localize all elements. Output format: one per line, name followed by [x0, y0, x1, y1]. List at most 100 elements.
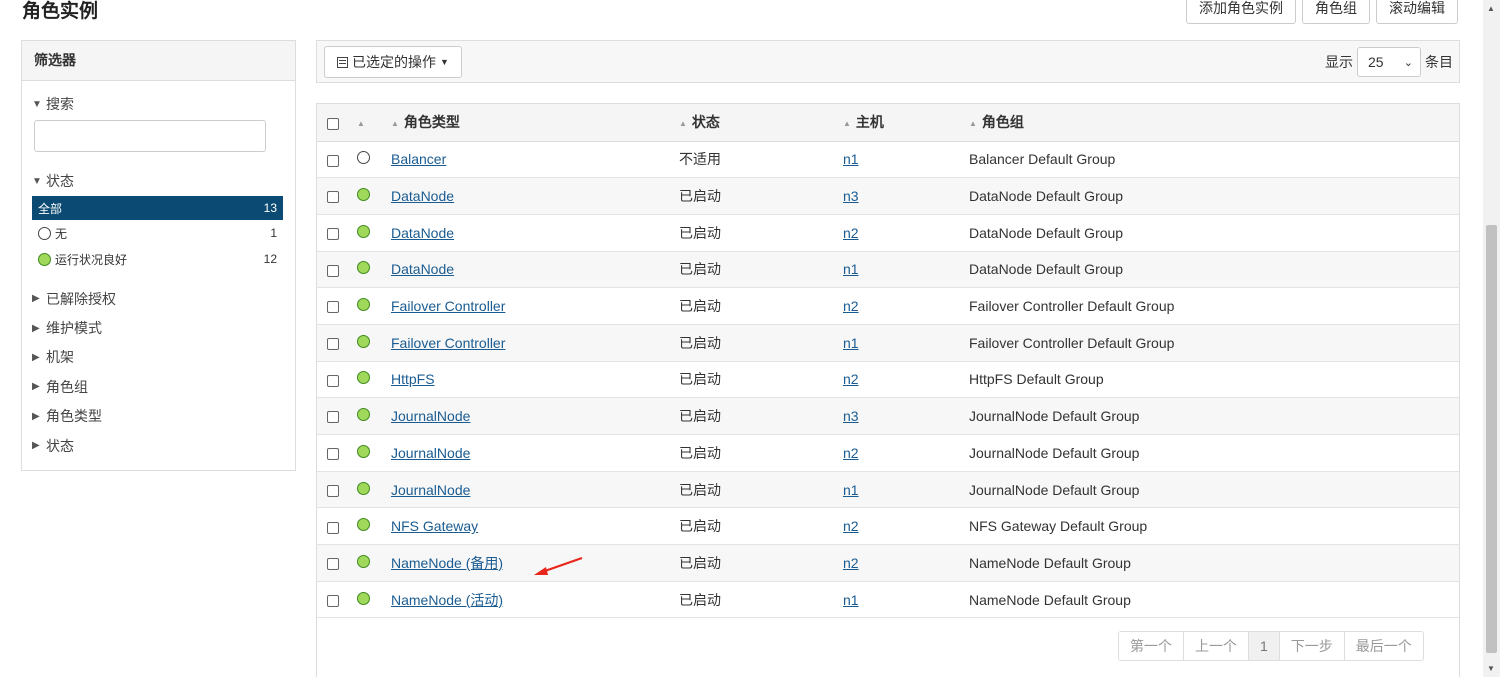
scroll-down-icon[interactable]: ▼	[1487, 664, 1495, 673]
status-filter-good-health[interactable]: 运行状况良好 12	[32, 246, 283, 272]
row-checkbox[interactable]	[327, 154, 339, 167]
table-header-row: ▲ ▲ 角色类型 ▲ 状态 ▲ 主机 ▲ 角色组	[317, 104, 1459, 142]
row-checkbox[interactable]	[327, 264, 339, 277]
role-group-header[interactable]: ▲ 角色组	[969, 104, 1459, 142]
row-checkbox[interactable]	[327, 191, 339, 204]
row-checkbox[interactable]	[327, 521, 339, 534]
status-none-icon	[357, 151, 370, 165]
host-link[interactable]: n2	[843, 555, 859, 571]
status-good-icon	[357, 261, 370, 275]
entries-label: 条目	[1425, 54, 1453, 70]
row-checkbox[interactable]	[327, 411, 339, 424]
row-select-cell	[317, 471, 347, 509]
status-good-icon	[357, 371, 370, 385]
row-checkbox[interactable]	[327, 448, 339, 461]
status-filter-label: 全部	[38, 201, 63, 216]
row-checkbox[interactable]	[327, 374, 339, 387]
role-instance-link[interactable]: HttpFS	[391, 371, 435, 387]
filter-section-label: 维护模式	[46, 320, 102, 337]
table-row: Failover Controller 已启动 n2 Failover Control…	[317, 287, 1459, 325]
table-row: JournalNode 已启动 n2 JournalNode Default Grou…	[317, 434, 1459, 472]
host-cell: n3	[843, 397, 969, 435]
table-row: HttpFS 已启动 n2 HttpFS Default Group	[317, 361, 1459, 399]
next-page-button[interactable]: 下一步	[1279, 632, 1345, 660]
host-link[interactable]: n2	[843, 298, 859, 314]
rolling-edit-button[interactable]: 滚动编辑	[1376, 0, 1458, 24]
scroll-thumb[interactable]	[1486, 225, 1497, 653]
filter-section-role-type[interactable]: ▶ 角色类型	[22, 402, 295, 431]
row-checkbox[interactable]	[327, 558, 339, 571]
role-instance-link[interactable]: DataNode	[391, 188, 454, 204]
host-header-label: 主机	[855, 114, 884, 131]
role-instance-link[interactable]: NameNode (备用)	[391, 555, 503, 571]
role-instance-link[interactable]: JournalNode	[391, 445, 470, 461]
role-instance-link[interactable]: DataNode	[391, 261, 454, 277]
row-status-cell	[347, 581, 391, 619]
role-instance-link[interactable]: NFS Gateway	[391, 518, 478, 534]
filter-section-decommissioned[interactable]: ▶ 已解除授权	[22, 284, 295, 313]
filter-section-role-group[interactable]: ▶ 角色组	[22, 372, 295, 401]
status-filter-count: 13	[263, 201, 277, 215]
host-cell: n2	[843, 214, 969, 252]
row-checkbox[interactable]	[327, 594, 339, 607]
host-link[interactable]: n1	[843, 482, 859, 498]
table-row: DataNode 已启动 n3 DataNode Default Group	[317, 177, 1459, 215]
row-status-cell	[347, 214, 391, 252]
host-link[interactable]: n2	[843, 518, 859, 534]
scroll-up-icon[interactable]: ▲	[1487, 4, 1495, 13]
status-filter-all[interactable]: 全部 13	[32, 196, 283, 220]
state-cell: 已启动	[679, 177, 843, 215]
status-filter-none[interactable]: 无 1	[32, 220, 283, 246]
table-row: DataNode 已启动 n2 DataNode Default Group	[317, 214, 1459, 252]
selected-actions-button[interactable]: 已选定的操作 ▼	[324, 46, 462, 78]
host-header[interactable]: ▲ 主机	[843, 104, 969, 142]
current-page[interactable]: 1	[1249, 632, 1280, 660]
status-filter-count: 1	[270, 226, 277, 240]
host-link[interactable]: n1	[843, 261, 859, 277]
host-link[interactable]: n1	[843, 151, 859, 167]
status-section-toggle[interactable]: ▼ 状态	[22, 172, 295, 190]
page-size-select[interactable]: 25 ⌄	[1357, 47, 1421, 77]
host-link[interactable]: n1	[843, 335, 859, 351]
search-section-toggle[interactable]: ▼ 搜索	[22, 95, 295, 113]
row-checkbox[interactable]	[327, 484, 339, 497]
select-all-checkbox[interactable]	[327, 117, 339, 130]
host-link[interactable]: n3	[843, 408, 859, 424]
row-checkbox[interactable]	[327, 228, 339, 241]
host-link[interactable]: n3	[843, 188, 859, 204]
table-toolbar: 已选定的操作 ▼ 显示 25 ⌄ 条目	[316, 40, 1460, 83]
role-groups-button[interactable]: 角色组	[1302, 0, 1370, 24]
state-header[interactable]: ▲ 状态	[679, 104, 843, 142]
role-type-header-label: 角色类型	[403, 114, 460, 131]
role-type-header[interactable]: ▲ 角色类型	[391, 104, 679, 142]
filter-section-rack[interactable]: ▶ 机架	[22, 343, 295, 372]
role-instance-link[interactable]: DataNode	[391, 225, 454, 241]
page-scrollbar[interactable]: ▲ ▼	[1483, 0, 1500, 677]
host-link[interactable]: n2	[843, 371, 859, 387]
first-page-button[interactable]: 第一个	[1119, 632, 1184, 660]
role-instance-link[interactable]: JournalNode	[391, 408, 470, 424]
row-checkbox[interactable]	[327, 338, 339, 351]
status-sort-header[interactable]: ▲	[347, 104, 391, 142]
host-link[interactable]: n2	[843, 445, 859, 461]
filter-section-maintenance-mode[interactable]: ▶ 维护模式	[22, 313, 295, 342]
host-link[interactable]: n2	[843, 225, 859, 241]
role-instance-link[interactable]: Failover Controller	[391, 298, 505, 314]
host-link[interactable]: n1	[843, 592, 859, 608]
role-instance-link[interactable]: Balancer	[391, 151, 446, 167]
add-role-instance-button[interactable]: 添加角色实例	[1186, 0, 1296, 24]
row-checkbox[interactable]	[327, 301, 339, 314]
last-page-button[interactable]: 最后一个	[1344, 632, 1423, 660]
status-filter-count: 12	[263, 252, 277, 266]
filter-search-input[interactable]	[34, 120, 266, 152]
row-status-cell	[347, 177, 391, 215]
role-group-cell: DataNode Default Group	[969, 251, 1459, 289]
filter-section-state[interactable]: ▶ 状态	[22, 431, 295, 460]
prev-page-button[interactable]: 上一个	[1184, 632, 1249, 660]
role-instance-link[interactable]: Failover Controller	[391, 335, 505, 351]
role-instance-link[interactable]: JournalNode	[391, 482, 470, 498]
chevron-right-icon: ▶	[32, 351, 40, 363]
sort-icon: ▲	[843, 119, 851, 129]
role-instance-link[interactable]: NameNode (活动)	[391, 592, 503, 608]
role-instances-table: ▲ ▲ 角色类型 ▲ 状态 ▲ 主机 ▲ 角色组 Balancer 不适用 n1 Balanc…	[316, 103, 1460, 677]
